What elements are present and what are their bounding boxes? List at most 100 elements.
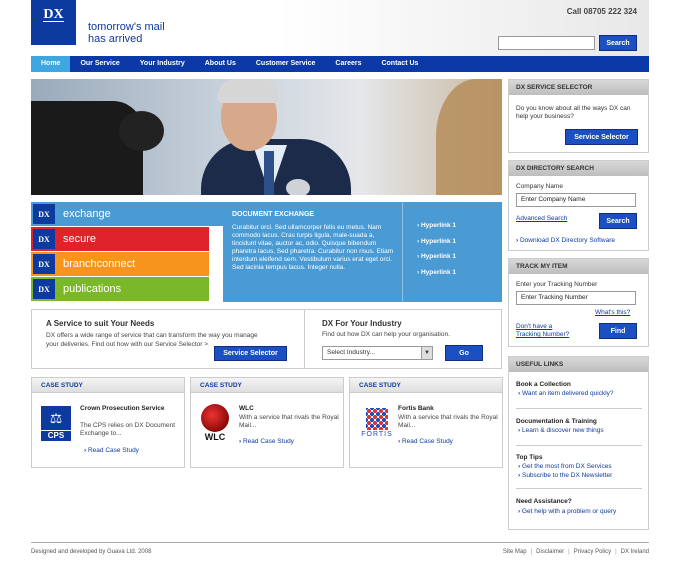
- sidebar-service-selector-button[interactable]: Service Selector: [565, 129, 638, 145]
- wlc-emblem-icon: [201, 404, 229, 432]
- hyperlink-2[interactable]: Hyperlink 1: [417, 238, 502, 245]
- tagline-line2: has arrived: [88, 33, 143, 45]
- case-study-title: Crown Prosecution Service: [80, 405, 165, 412]
- case-study-cps: CASE STUDY ⚖ CPS Crown Prosecution Servi…: [31, 377, 185, 468]
- useful-group-title: Need Assistance?: [516, 498, 572, 505]
- nav-careers[interactable]: Careers: [325, 56, 371, 72]
- case-study-head: CASE STUDY: [32, 378, 184, 393]
- case-study-title: Fortis Bank: [398, 405, 434, 412]
- tracking-number-input[interactable]: Enter Tracking Number: [516, 291, 636, 305]
- nav-about-us[interactable]: About Us: [195, 56, 246, 72]
- download-directory-link[interactable]: Download DX Directory Software: [516, 237, 615, 244]
- hero-microphone: [286, 179, 310, 195]
- industry-panel-text: Find out how DX can help your organisati…: [322, 331, 450, 338]
- read-case-study-link[interactable]: Read Case Study: [84, 447, 139, 454]
- industry-panel-title: DX For Your Industry: [322, 319, 402, 328]
- service-publications[interactable]: DX publications: [31, 277, 209, 301]
- service-name: publications: [63, 283, 122, 295]
- useful-link[interactable]: Want an item delivered quickly?: [518, 390, 614, 397]
- service-secure[interactable]: DX secure: [31, 227, 209, 251]
- document-exchange-body: Curabitur orci. Sed ullamcorper felis eu…: [232, 224, 394, 271]
- panel-divider: [304, 310, 305, 368]
- no-tracking-number-link-1[interactable]: Don't have a: [516, 323, 552, 330]
- service-logo: DX: [33, 279, 55, 299]
- wlc-logo-icon: WLC: [200, 404, 230, 442]
- company-name-input[interactable]: Enter Company Name: [516, 193, 636, 207]
- useful-group-title: Documentation & Training: [516, 418, 597, 425]
- footer-links: Site Map | Disclaimer | Privacy Policy | DX…: [503, 549, 649, 555]
- sidebar-track-item: TRACK MY ITEM Enter your Tracking Number…: [508, 258, 649, 347]
- whats-this-link[interactable]: What's this?: [595, 309, 630, 316]
- sidebar-useful-head: USEFUL LINKS: [509, 357, 648, 372]
- useful-link[interactable]: Subscribe to the DX Newsletter: [518, 472, 612, 479]
- service-logo: DX: [33, 204, 55, 224]
- footer-dx-ireland[interactable]: DX Ireland: [621, 549, 649, 555]
- read-case-study-link[interactable]: Read Case Study: [239, 438, 294, 445]
- hyperlinks-panel: Hyperlink 1 Hyperlink 1 Hyperlink 1 Hype…: [402, 202, 502, 302]
- useful-divider: [516, 408, 642, 409]
- no-tracking-number-link-2[interactable]: Tracking Number?: [516, 331, 569, 338]
- useful-group-title: Book a Collection: [516, 381, 571, 388]
- nav-home[interactable]: Home: [31, 56, 71, 72]
- service-selector-button[interactable]: Service Selector: [214, 346, 287, 361]
- footer-privacy-policy[interactable]: Privacy Policy: [574, 549, 611, 555]
- case-study-head: CASE STUDY: [350, 378, 502, 393]
- useful-link[interactable]: Get the most from DX Services: [518, 463, 612, 470]
- nav-your-industry[interactable]: Your Industry: [130, 56, 195, 72]
- nav-customer-service[interactable]: Customer Service: [246, 56, 326, 72]
- useful-link[interactable]: Get help with a problem or query: [518, 508, 616, 515]
- exchange-band-extension: [209, 202, 223, 226]
- hyperlink-1[interactable]: Hyperlink 1: [417, 222, 502, 229]
- company-name-label: Company Name: [516, 183, 563, 190]
- footer-divider: [31, 542, 649, 543]
- useful-link[interactable]: Learn & discover new things: [518, 427, 604, 434]
- sidebar-useful-links: USEFUL LINKS Book a Collection Want an i…: [508, 356, 649, 530]
- suit-panel-title: A Service to suit Your Needs: [46, 319, 155, 328]
- industry-go-button[interactable]: Go: [445, 345, 483, 361]
- footer-sep: |: [530, 549, 533, 555]
- find-tracking-button[interactable]: Find: [599, 323, 637, 339]
- logo-text: DX: [43, 7, 64, 22]
- footer-credit: Designed and developed by Guava Ltd. 200…: [31, 549, 152, 555]
- useful-divider: [516, 445, 642, 446]
- sidebar-track-head: TRACK MY ITEM: [509, 259, 648, 274]
- nav-contact-us[interactable]: Contact Us: [371, 56, 428, 72]
- footer-sep: |: [568, 549, 570, 555]
- chevron-down-icon[interactable]: ▼: [421, 347, 432, 359]
- useful-group-title: Top Tips: [516, 454, 543, 461]
- document-exchange-panel: DOCUMENT EXCHANGE Curabitur orci. Sed ul…: [223, 202, 402, 302]
- case-study-fortis: CASE STUDY FORTIS Fortis Bank With a ser…: [349, 377, 503, 468]
- hyperlink-3[interactable]: Hyperlink 1: [417, 253, 502, 260]
- hero-tie: [264, 151, 274, 195]
- footer-site-map[interactable]: Site Map: [503, 549, 527, 555]
- service-name: branchconnect: [63, 258, 136, 270]
- hero-camera-lens: [119, 111, 164, 151]
- site-search-button[interactable]: Search: [599, 35, 637, 51]
- wlc-logo-text: WLC: [204, 432, 226, 442]
- service-exchange[interactable]: DX exchange: [31, 202, 209, 226]
- fortis-logo-icon: FORTIS: [359, 408, 395, 442]
- case-study-head: CASE STUDY: [191, 378, 343, 393]
- industry-select[interactable]: Select Industry... ▼: [322, 346, 433, 360]
- dx-logo[interactable]: DX: [31, 0, 76, 45]
- service-industry-panel: A Service to suit Your Needs DX offers a…: [31, 309, 502, 369]
- service-name: exchange: [63, 208, 111, 220]
- nav-our-service[interactable]: Our Service: [70, 56, 129, 72]
- fortis-dots-icon: [366, 408, 388, 430]
- cps-logo-text: CPS: [41, 431, 71, 441]
- service-branchconnect[interactable]: DX branchconnect: [31, 252, 209, 276]
- footer-sep: |: [615, 549, 617, 555]
- footer-disclaimer[interactable]: Disclaimer: [536, 549, 564, 555]
- site-search-input[interactable]: [498, 36, 595, 50]
- directory-search-button[interactable]: Search: [599, 213, 637, 229]
- hyperlink-4[interactable]: Hyperlink 1: [417, 269, 502, 276]
- case-study-desc: The CPS relies on DX Document Exchange t…: [80, 422, 176, 437]
- service-logo: DX: [33, 254, 55, 274]
- sidebar-selector-text: Do you know about all the ways DX can he…: [516, 105, 631, 120]
- read-case-study-link[interactable]: Read Case Study: [398, 438, 453, 445]
- advanced-search-link[interactable]: Advanced Search: [516, 215, 567, 222]
- useful-divider: [516, 488, 642, 489]
- case-study-desc: With a service that rivals the Royal Mai…: [239, 414, 339, 429]
- page: DX tomorrow's mail has arrived Call 0870…: [31, 0, 649, 572]
- scales-icon: ⚖: [41, 406, 71, 430]
